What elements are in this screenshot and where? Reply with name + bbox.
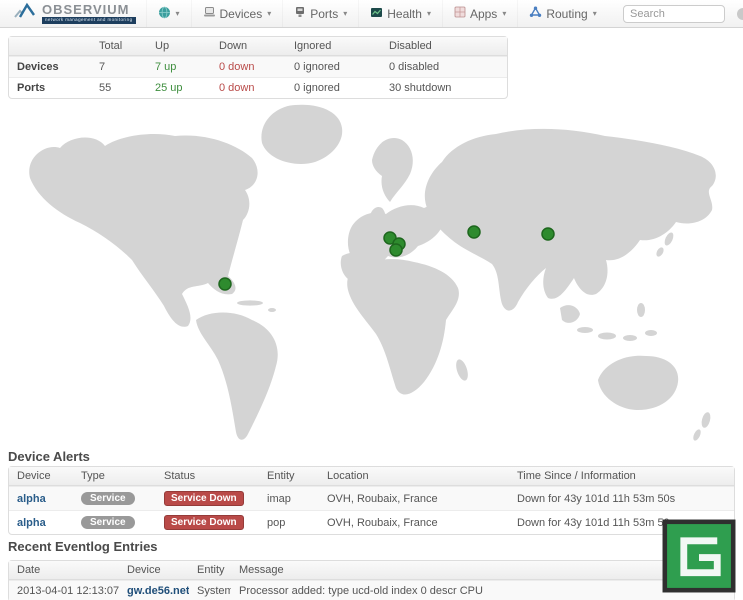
menu-ports-label: Ports: [310, 7, 338, 21]
globe-icon: [158, 6, 171, 22]
menu-devices[interactable]: Devices ▾: [191, 0, 283, 27]
apps-icon: [454, 6, 466, 21]
world-map-panel: [0, 98, 743, 450]
caret-down-icon: ▾: [427, 9, 431, 18]
ports-link[interactable]: Ports: [17, 82, 45, 94]
summary-col-ignored: Ignored: [286, 37, 381, 56]
device-alerts-table: Device Type Status Entity Location Time …: [8, 466, 735, 535]
alerts-col-time: Time Since / Information: [509, 467, 734, 486]
alert-time: Down for 43y 101d 11h 53m 50s: [509, 486, 734, 510]
ports-disabled: 30 shutdown: [381, 77, 507, 98]
health-icon: [370, 7, 383, 21]
alert-row: alpha Service Service Down imap OVH, Rou…: [9, 486, 734, 510]
eventlog-col-date: Date: [9, 561, 119, 580]
summary-col-total: Total: [91, 37, 147, 56]
device-location-marker[interactable]: [542, 228, 554, 240]
device-location-marker[interactable]: [390, 244, 402, 256]
ports-total: 55: [91, 77, 147, 98]
alert-device-link[interactable]: alpha: [17, 493, 46, 505]
menu-health[interactable]: Health ▾: [358, 0, 442, 27]
summary-col-blank: [9, 37, 91, 56]
status-summary-panel: Total Up Down Ignored Disabled Devices 7…: [8, 36, 508, 99]
eventlog-row: 2013-04-01 12:13:07 gw.de56.net System P…: [9, 580, 734, 600]
menu-ports[interactable]: Ports ▾: [282, 0, 358, 27]
devices-icon: [203, 6, 216, 21]
service-down-badge: Service Down: [164, 515, 244, 530]
caret-down-icon: ▾: [502, 9, 506, 18]
ports-down: 0 down: [211, 77, 286, 98]
summary-col-up: Up: [147, 37, 211, 56]
main-menu: ▾ Devices ▾: [146, 0, 608, 27]
alert-entity: imap: [259, 486, 319, 510]
eventlog-panel: Date Device Entity Message 2013-04-01 12…: [8, 560, 735, 600]
alert-device-link[interactable]: alpha: [17, 517, 46, 529]
globe-menu[interactable]: ▾: [146, 0, 191, 27]
eventlog-col-entity: Entity: [189, 561, 231, 580]
devices-down: 0 down: [211, 56, 286, 77]
summary-col-down: Down: [211, 37, 286, 56]
search-input[interactable]: [623, 5, 725, 23]
menu-devices-label: Devices: [220, 7, 263, 21]
brand-text: OBSERVIUM network management and monitor…: [42, 3, 136, 24]
device-location-marker[interactable]: [219, 278, 231, 290]
observium-logo[interactable]: OBSERVIUM network management and monitor…: [0, 0, 146, 27]
caret-down-icon: ▾: [267, 9, 271, 18]
service-type-badge: Service: [81, 492, 135, 505]
menu-apps-label: Apps: [470, 7, 497, 21]
summary-row-ports: Ports 55 25 up 0 down 0 ignored 30 shutd…: [9, 77, 507, 98]
event-device-link[interactable]: gw.de56.net: [127, 585, 189, 597]
caret-down-icon: ▾: [593, 9, 597, 18]
menu-apps[interactable]: Apps ▾: [442, 0, 517, 27]
caret-down-icon: ▾: [176, 9, 180, 18]
brand-name: OBSERVIUM: [42, 3, 136, 16]
device-alerts-panel: Device Type Status Entity Location Time …: [8, 466, 735, 535]
event-date: 2013-04-01 12:13:07: [9, 580, 119, 600]
ports-ignored: 0 ignored: [286, 77, 381, 98]
status-summary-table: Total Up Down Ignored Disabled Devices 7…: [8, 36, 508, 99]
alert-location: OVH, Roubaix, France: [319, 510, 509, 534]
gear-icon[interactable]: [737, 8, 743, 20]
eventlog-title: Recent Eventlog Entries: [8, 539, 158, 554]
summary-header-row: Total Up Down Ignored Disabled: [9, 37, 507, 56]
alert-row: alpha Service Service Down pop OVH, Roub…: [9, 510, 734, 534]
devices-disabled: 0 disabled: [381, 56, 507, 77]
devices-total: 7: [91, 56, 147, 77]
alerts-col-entity: Entity: [259, 467, 319, 486]
summary-col-disabled: Disabled: [381, 37, 507, 56]
observium-dashboard: OBSERVIUM network management and monitor…: [0, 0, 743, 600]
g-watermark-icon: [659, 518, 739, 594]
mountain-logo-icon: [14, 2, 38, 25]
ports-up: 25 up: [147, 77, 211, 98]
caret-down-icon: ▾: [343, 9, 347, 18]
devices-link[interactable]: Devices: [17, 61, 59, 73]
summary-row-devices: Devices 7 7 up 0 down 0 ignored 0 disabl…: [9, 56, 507, 77]
ports-icon: [294, 6, 306, 21]
alerts-col-location: Location: [319, 467, 509, 486]
devices-up: 7 up: [147, 56, 211, 77]
service-type-badge: Service: [81, 516, 135, 529]
menu-routing-label: Routing: [546, 7, 587, 21]
eventlog-col-device: Device: [119, 561, 189, 580]
alerts-col-status: Status: [156, 467, 259, 486]
g-watermark-logo: [659, 518, 739, 594]
eventlog-header-row: Date Device Entity Message: [9, 561, 734, 580]
menu-health-label: Health: [387, 7, 422, 21]
devices-ignored: 0 ignored: [286, 56, 381, 77]
alerts-col-type: Type: [73, 467, 156, 486]
service-down-badge: Service Down: [164, 491, 244, 506]
alert-location: OVH, Roubaix, France: [319, 486, 509, 510]
device-location-marker[interactable]: [468, 226, 480, 238]
world-map: [0, 98, 743, 450]
device-alerts-title: Device Alerts: [8, 449, 90, 464]
routing-icon: [529, 6, 542, 21]
brand-tagline: network management and monitoring: [42, 17, 136, 24]
eventlog-table: Date Device Entity Message 2013-04-01 12…: [8, 560, 735, 600]
alerts-header-row: Device Type Status Entity Location Time …: [9, 467, 734, 486]
navbar: OBSERVIUM network management and monitor…: [0, 0, 743, 28]
event-entity: System: [189, 580, 231, 600]
alerts-col-device: Device: [9, 467, 73, 486]
alert-entity: pop: [259, 510, 319, 534]
menu-routing[interactable]: Routing ▾: [517, 0, 607, 27]
